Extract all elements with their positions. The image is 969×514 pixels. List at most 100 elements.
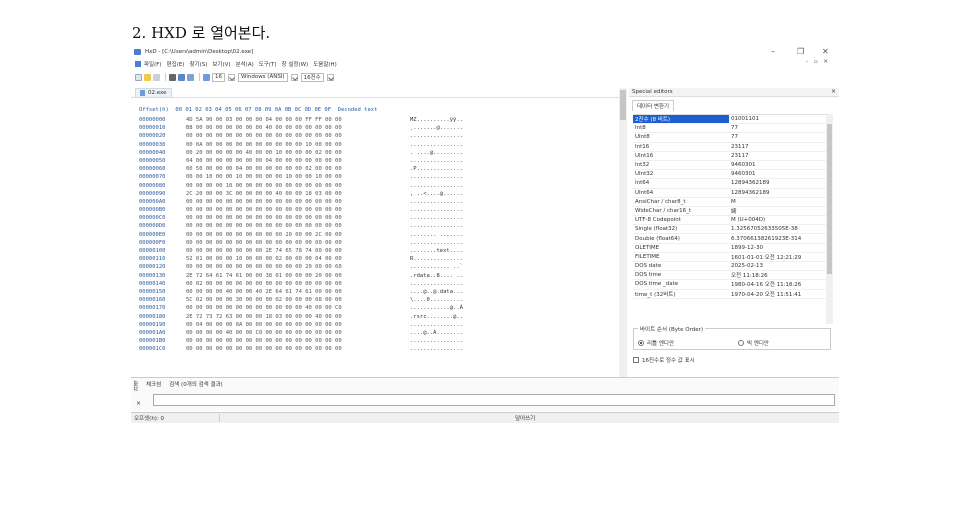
data-inspector-tab[interactable]: 데이터 변환기 <box>632 100 675 111</box>
charset-select[interactable]: Windows (ANSI) <box>238 72 288 82</box>
close-button[interactable]: ✕ <box>822 47 829 57</box>
big-endian-radio[interactable]: 빅 엔디안 <box>738 339 769 347</box>
inspector-row[interactable]: AnsiChar / char8_t M <box>633 198 827 207</box>
inspector-row[interactable]: Double (float64) 6.37066138261923E-314 <box>633 234 827 244</box>
hex-scrollbar[interactable] <box>619 88 627 378</box>
inspector-row[interactable]: WideChar / char16_t 婍 <box>633 207 827 217</box>
menu-file[interactable]: 파일(F) <box>144 60 162 68</box>
mdi-controls[interactable]: - ▫ ✕ <box>806 59 830 65</box>
search-panel-close-icon[interactable]: × <box>136 400 141 407</box>
new-file-icon[interactable] <box>135 73 142 81</box>
hex-row[interactable]: 00000140 00 02 00 00 00 06 00 00 00 00 00… <box>139 280 463 288</box>
hex-row[interactable]: 00000160 5C 02 00 00 00 30 00 00 00 02 00… <box>139 296 463 304</box>
hex-int-checkbox[interactable]: 16진수로 정수 값 표시 <box>633 356 695 364</box>
hex-row[interactable]: 00000080 00 00 00 00 10 00 00 00 00 00 00… <box>139 182 463 190</box>
little-endian-radio[interactable]: 리틀 엔디안 <box>638 339 674 347</box>
hex-row[interactable]: 00000050 04 00 00 00 00 00 00 00 04 00 00… <box>139 157 463 165</box>
hex-row[interactable]: 00000000 4D 5A 90 00 03 00 00 00 04 00 00… <box>139 116 463 124</box>
inspector-row[interactable]: UTF-8 Codepoint M (U+004D) <box>633 216 827 226</box>
inspector-row[interactable]: DOS time _date 1980-04-16 오전 11:18:26 <box>633 280 827 290</box>
hex-row[interactable]: 00000090 2C 20 00 00 3C 00 00 00 00 40 00… <box>139 190 463 198</box>
hex-decoded-text: ............@..À <box>410 305 463 312</box>
hex-row[interactable]: 00000180 2E 72 73 72 63 00 00 00 18 03 00… <box>139 313 463 321</box>
memory-icon[interactable] <box>187 73 194 81</box>
hex-row[interactable]: 00000010 B8 00 00 00 00 00 00 00 40 00 00… <box>139 124 463 132</box>
hex-scroll-thumb[interactable] <box>620 90 626 120</box>
inspector-row[interactable]: Int16 23117 <box>633 143 827 152</box>
inspector-row[interactable]: OLETIME 1899-12-30 <box>633 244 827 253</box>
hex-row[interactable]: 00000130 2E 72 64 61 74 61 00 00 38 01 00… <box>139 272 463 280</box>
hex-row[interactable]: 00000060 00 50 00 00 00 04 00 00 00 00 00… <box>139 165 463 173</box>
restore-button[interactable]: ❐ <box>797 47 804 57</box>
inspector-row[interactable]: Int8 77 <box>633 124 827 134</box>
open-folder-icon[interactable] <box>144 73 151 81</box>
hex-row[interactable]: 00000110 52 01 00 00 00 10 00 00 00 02 00… <box>139 255 463 263</box>
menu-search[interactable]: 찾기(S) <box>189 60 207 68</box>
inspector-row[interactable]: UInt16 23117 <box>633 152 827 161</box>
inspector-row[interactable]: time_t (32비트) 1970-04-20 오전 11:51:41 <box>633 290 827 299</box>
inspector-row[interactable]: FILETIME 1601-01-01 오전 12:21:29 <box>633 253 827 262</box>
hex-row[interactable]: 00000170 00 00 00 00 00 00 00 00 00 00 00… <box>139 304 463 312</box>
menu-view[interactable]: 보기(V) <box>212 60 230 68</box>
hex-row[interactable]: 00000030 00 0A 00 00 00 00 00 00 00 00 00… <box>139 141 463 149</box>
hex-row[interactable]: 000000D0 00 00 00 00 00 00 00 00 00 00 00… <box>139 222 463 230</box>
hex-row[interactable]: 00000150 00 00 00 00 40 00 00 40 2E 64 61… <box>139 288 463 296</box>
hex-row[interactable]: 000000C0 00 00 00 00 00 00 00 00 00 00 00… <box>139 214 463 222</box>
hex-row[interactable]: 000001C0 00 00 00 00 00 00 00 00 00 00 00… <box>139 345 463 353</box>
hex-row[interactable]: 00000020 00 00 00 00 00 00 00 00 00 00 00… <box>139 132 463 140</box>
menu-analysis[interactable]: 분석(A) <box>236 60 254 68</box>
hex-offset: 00000120 <box>139 264 166 271</box>
menu-help[interactable]: 도움말(H) <box>313 60 337 68</box>
hex-offset: 00000050 <box>139 157 166 164</box>
hex-row[interactable]: 000000A0 00 00 00 00 00 00 00 00 00 00 00… <box>139 198 463 206</box>
menu-tools[interactable]: 도구(T) <box>259 60 277 68</box>
hex-decoded-text: ................ <box>410 215 463 222</box>
hex-row[interactable]: 000001A0 00 00 00 00 40 00 00 C0 00 00 00… <box>139 329 463 337</box>
inspector-row[interactable]: UInt32 9460301 <box>633 170 827 180</box>
inspector-scrollbar[interactable] <box>826 114 833 324</box>
columns-select[interactable]: 16 <box>212 72 225 82</box>
inspector-row[interactable]: Single (float32) 1.32567052633505E-38 <box>633 225 827 235</box>
database-icon[interactable] <box>178 73 185 81</box>
columns-dropdown-icon[interactable] <box>228 73 235 81</box>
hex-decoded-text: MZ..........ÿÿ.. <box>410 117 463 123</box>
minimize-button[interactable]: – <box>771 47 775 57</box>
inspector-scroll-thumb[interactable] <box>827 124 832 274</box>
hex-row[interactable]: 00000100 00 00 00 00 00 00 00 00 2E 74 65… <box>139 247 463 255</box>
inspector-row[interactable]: 2진수 (8 비트) 01001101 <box>633 115 827 125</box>
hex-row[interactable]: 000000B0 00 00 00 00 00 00 00 00 00 00 00… <box>139 206 463 214</box>
inspector-row[interactable]: DOS time 오전 11:18:26 <box>633 271 827 281</box>
inspector-row[interactable]: UInt64 12894362189 <box>633 189 827 198</box>
save-icon[interactable] <box>153 73 160 81</box>
hex-bytes: 00 02 00 00 00 06 00 00 00 00 00 00 00 0… <box>186 280 342 287</box>
hex-editor[interactable]: Offset(h) 00 01 02 03 04 05 06 07 08 09 … <box>131 100 619 376</box>
inspector-value: 婍 <box>731 208 737 215</box>
special-editors-close-icon[interactable]: × <box>831 88 836 95</box>
inspector-type: UInt32 <box>635 171 654 178</box>
display-select[interactable]: 16진수 <box>300 72 324 82</box>
inspector-row[interactable]: Int64 12894362189 <box>633 179 827 189</box>
hex-row[interactable]: 000000F0 00 00 00 00 00 00 00 00 00 00 00… <box>139 239 463 247</box>
hex-row[interactable]: 000001B0 00 00 00 00 00 00 00 00 00 00 00… <box>139 337 463 345</box>
search-results-box[interactable] <box>153 394 835 406</box>
charset-dropdown-icon[interactable] <box>290 73 298 81</box>
display-dropdown-icon[interactable] <box>326 73 334 81</box>
tab-search-results[interactable]: 검색 (0개의 검색 결과) <box>166 380 226 388</box>
status-mode[interactable]: 덮어쓰기 <box>515 414 535 422</box>
hex-decoded-text: ....@..@.data... <box>410 288 463 295</box>
hex-row[interactable]: 000000E0 00 00 00 00 00 00 00 00 00 00 20… <box>139 231 463 239</box>
menu-window[interactable]: 창 설정(W) <box>282 60 309 68</box>
hex-offset: 000000F0 <box>139 239 166 246</box>
grid-icon[interactable] <box>169 73 176 81</box>
hex-row[interactable]: 00000120 00 00 00 00 00 00 00 00 00 00 00… <box>139 263 463 271</box>
inspector-row[interactable]: DOS date 2025-02-13 <box>633 262 827 272</box>
hex-bytes: 00 00 00 00 00 00 00 00 00 00 00 00 00 0… <box>186 338 342 345</box>
tab-checksum[interactable]: 체크섬 <box>143 380 164 388</box>
menu-edit[interactable]: 편집(E) <box>167 60 185 68</box>
hex-row[interactable]: 00000040 00 20 00 00 00 00 40 00 00 10 00… <box>139 149 463 157</box>
inspector-row[interactable]: Int32 9460301 <box>633 161 827 171</box>
hex-row[interactable]: 00000070 00 00 10 00 00 10 00 00 00 00 10… <box>139 173 463 181</box>
hex-row[interactable]: 00000190 00 04 00 00 00 0A 00 00 00 00 00… <box>139 321 463 329</box>
file-tab[interactable]: 02.exe <box>135 88 172 98</box>
inspector-row[interactable]: UInt8 77 <box>633 133 827 143</box>
